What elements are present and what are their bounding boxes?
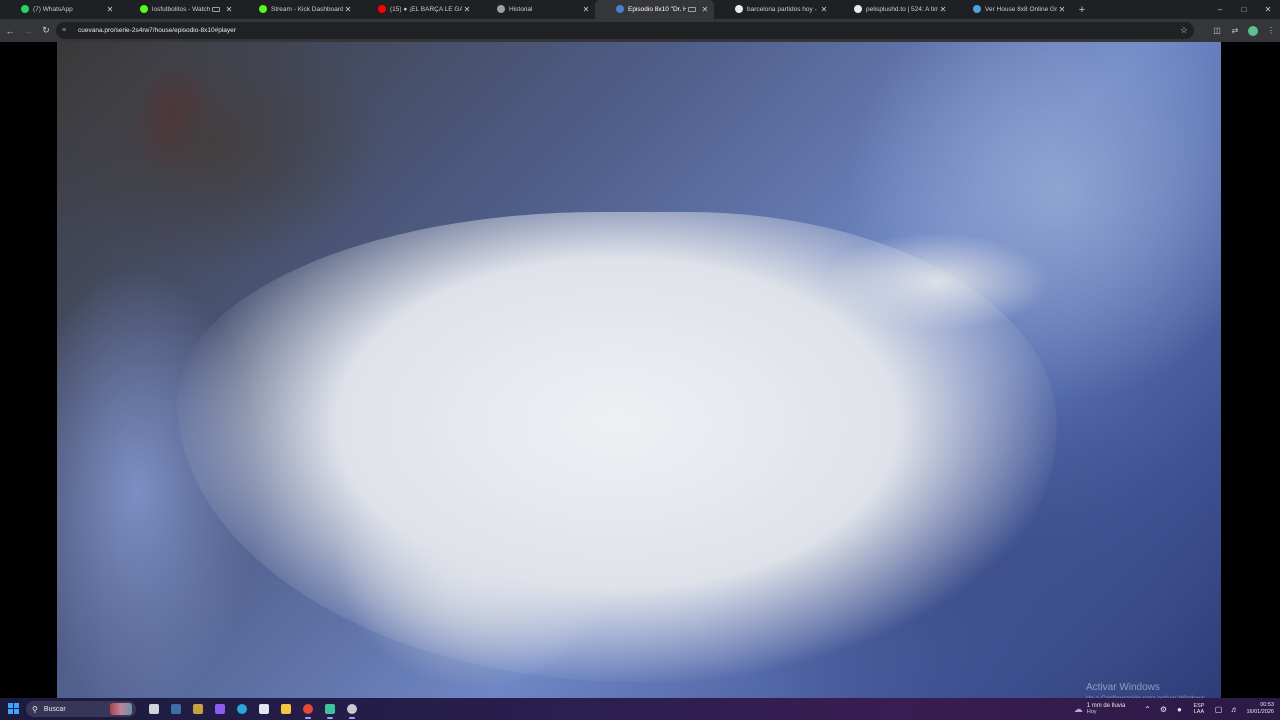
toolbar-actions: ◫ ⇄ ⋮ [1208,22,1280,39]
store-icon[interactable] [253,701,275,717]
tray-app-icon[interactable]: ⚙ [1155,705,1171,714]
tab-close-icon[interactable]: ✕ [819,5,829,14]
tab-search-icon[interactable]: ⇄ [1226,22,1244,39]
taskbar-search[interactable]: ⚲ Buscar [26,701,136,717]
tab-close-icon[interactable]: ✕ [462,5,472,14]
clock-time: 00:53 [1260,702,1274,708]
windows-start-icon[interactable] [8,703,19,714]
kick-icon [259,5,267,13]
browser-tab[interactable]: Stream - Kick Dashboard ✕ [238,0,357,19]
tab-close-icon[interactable]: ✕ [105,5,115,14]
clock-date: 16/01/2026 [1246,709,1274,715]
browser-tab[interactable]: Episodio 8x10 "Dr. House" ✕ [595,0,714,19]
site-info-icon[interactable]: ≡ [62,27,72,35]
volume-icon[interactable]: ♬ [1226,705,1242,714]
tab-title: Episodio 8x10 "Dr. House" [628,6,686,13]
new-tab-button[interactable]: + [1071,0,1093,19]
reload-icon[interactable]: ↻ [38,23,54,39]
maximize-icon[interactable]: □ [1232,0,1256,19]
tab-close-icon[interactable]: ✕ [700,5,710,14]
tab-title: (15) ● ¡EL BARÇA LE GANA A [390,6,462,13]
chevron-up-icon[interactable]: ⌃ [1139,705,1155,714]
file-explorer-icon[interactable] [275,701,297,717]
browser-tab[interactable]: Ver House 8x8 Online Gratis Cu✕ [952,0,1071,19]
tab-title: Stream - Kick Dashboard [271,6,343,13]
browser-tab[interactable]: pelisplushd.to | 524: A timeout✕ [833,0,952,19]
video-player[interactable] [57,42,1221,698]
chrome-icon[interactable] [297,701,319,719]
language-indicator[interactable]: ESP LAA [1193,703,1204,715]
steam-icon[interactable] [165,701,187,717]
tab-title: losfutbolitos - Watch the V [152,6,210,13]
clock[interactable]: 00:53 16/01/2026 [1246,702,1274,716]
back-icon[interactable]: ← [2,23,18,39]
tab-title: barcelona partidos hoy - Busca [747,6,819,13]
profile-avatar[interactable] [1244,22,1262,39]
pinned-apps [143,701,363,719]
google-icon [735,5,743,13]
whatsapp-icon [21,5,29,13]
browser-tab[interactable]: Historial ✕ [476,0,595,19]
browser-tab[interactable]: barcelona partidos hoy - Busca✕ [714,0,833,19]
taskbar: ⚲ Buscar ☁ 1 mm de lluvia Hoy ⌃ ⚙ ● ESP … [0,698,1280,720]
tab-title: (7) WhatsApp [33,6,73,13]
extensions-icon[interactable]: ◫ [1208,22,1226,39]
window-controls: – □ ✕ [1208,0,1280,19]
menu-icon[interactable]: ⋮ [1262,22,1280,39]
minimize-icon[interactable]: – [1208,0,1232,19]
search-icon: ⚲ [32,704,38,714]
youtube-icon [378,5,386,13]
url-text[interactable]: cuevana.pro/serie-2s4rw7/house/episodio-… [78,27,236,34]
browser-toolbar: ← → ↻ ≡ cuevana.pro/serie-2s4rw7/house/e… [0,19,1280,42]
video-frame-cloth [177,212,1057,682]
kick-icon [140,5,148,13]
task-view-icon[interactable] [143,701,165,717]
weather-sub: Hoy [1086,709,1097,715]
activate-title: Activar Windows [1086,682,1160,693]
site-icon [616,5,624,13]
league-icon[interactable] [187,701,209,717]
lang-secondary: LAA [1193,709,1205,715]
forward-icon[interactable]: → [20,23,36,39]
tab-close-icon[interactable]: ✕ [1057,5,1067,14]
page-viewport: Activar Windows Ve a Configuración para … [0,42,1280,702]
tab-audio-icon[interactable] [212,7,220,12]
tab-strip: (7) WhatsApp✕losfutbolitos - Watch the V… [0,0,1280,19]
edge-icon[interactable] [231,701,253,717]
rain-cloud-icon: ☁ [1073,703,1083,714]
taskbar-search-label: Buscar [43,705,66,713]
address-bar[interactable]: ≡ cuevana.pro/serie-2s4rw7/house/episodi… [56,22,1194,39]
history-icon [497,5,505,13]
site-icon [973,5,981,13]
close-icon[interactable]: ✕ [1256,0,1280,19]
tab-close-icon[interactable]: ✕ [581,5,591,14]
tab-title: Historial [509,6,533,13]
tab-audio-icon[interactable] [688,7,696,12]
browser-tab[interactable]: losfutbolitos - Watch the V ✕ [119,0,238,19]
search-highlight-icon [110,703,132,715]
tab-close-icon[interactable]: ✕ [224,5,234,14]
obs-icon[interactable] [341,701,363,719]
discord-icon[interactable] [209,701,231,717]
tab-close-icon[interactable]: ✕ [938,5,948,14]
tab-title: Ver House 8x8 Online Gratis Cu [985,6,1057,13]
site-p-icon [854,5,862,13]
microphone-icon[interactable]: ● [1171,705,1187,714]
browser-tab[interactable]: (15) ● ¡EL BARÇA LE GANA A✕ [357,0,476,19]
weather-widget[interactable]: ☁ 1 mm de lluvia Hoy [1074,703,1126,715]
monitor-icon[interactable]: ▢ [1210,705,1226,714]
bookmark-star-icon[interactable]: ☆ [1180,25,1188,36]
system-tray: ☁ 1 mm de lluvia Hoy ⌃ ⚙ ● ESP LAA ▢ ♬ 0… [1074,698,1280,720]
tab-title: pelisplushd.to | 524: A timeout [866,6,938,13]
tab-close-icon[interactable]: ✕ [343,5,353,14]
green-app-icon[interactable] [319,701,341,719]
browser-tab[interactable]: (7) WhatsApp ✕ [0,0,119,19]
